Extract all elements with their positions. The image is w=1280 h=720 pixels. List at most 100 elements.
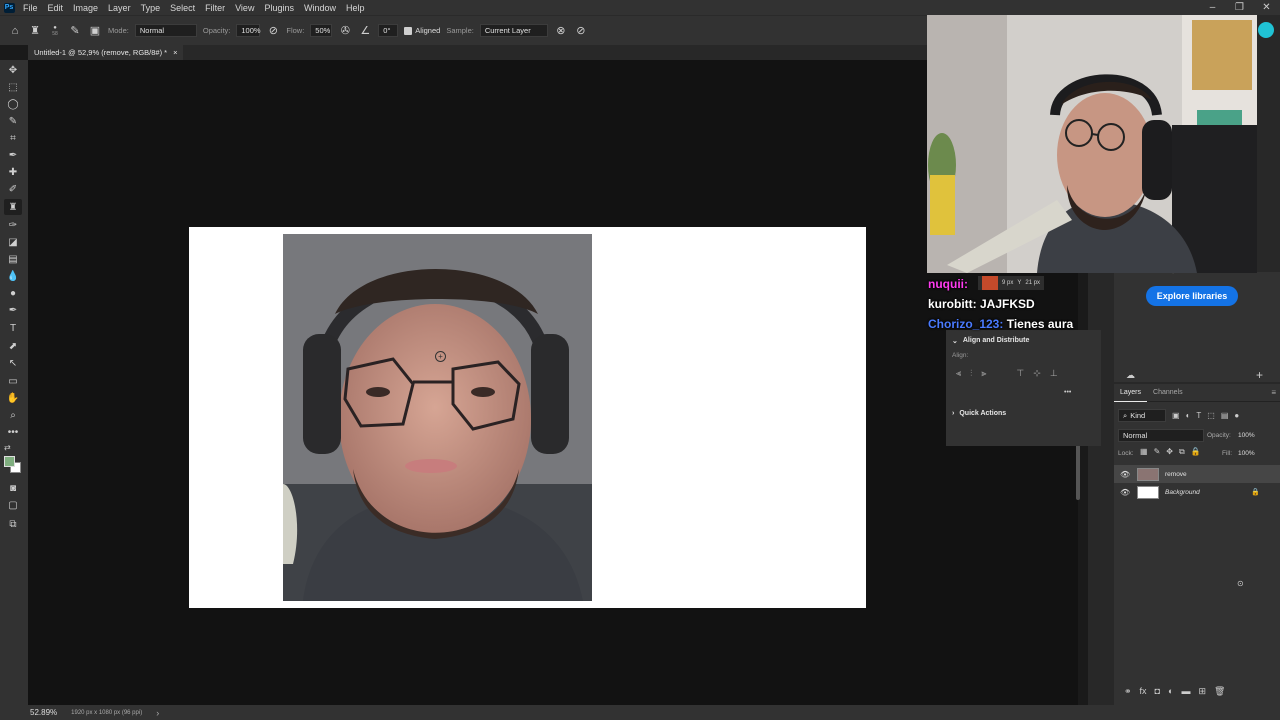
quick-select-tool-icon[interactable]: ✎ bbox=[4, 113, 22, 129]
move-tool-icon[interactable]: ✥ bbox=[4, 62, 22, 78]
hand-tool-icon[interactable]: ✋ bbox=[4, 390, 22, 406]
filter-pixel-icon[interactable]: ▣ bbox=[1172, 411, 1180, 420]
quick-mask-icon[interactable]: ◙ bbox=[4, 480, 22, 496]
home-icon[interactable]: ⌂ bbox=[8, 24, 22, 38]
crop-tool-icon[interactable]: ⌗ bbox=[4, 130, 22, 146]
ignore-adjustment-icon[interactable]: ⊗ bbox=[554, 24, 568, 38]
dodge-tool-icon[interactable]: ● bbox=[4, 285, 22, 301]
brush-tool-icon[interactable]: ✐ bbox=[4, 181, 22, 197]
foreground-color-swatch[interactable] bbox=[4, 456, 15, 467]
menu-plugins[interactable]: Plugins bbox=[259, 3, 299, 13]
layer-opacity-field[interactable]: 100% bbox=[1238, 432, 1255, 439]
lock-transparency-icon[interactable]: ▦ bbox=[1140, 447, 1148, 457]
airbrush-icon[interactable]: ✇ bbox=[338, 24, 352, 38]
layer-lock-icon[interactable]: 🔒 bbox=[1251, 488, 1260, 496]
visibility-eye-icon[interactable]: 👁 bbox=[1120, 488, 1132, 497]
align-top-icon[interactable]: ⊤ bbox=[1016, 368, 1024, 379]
menu-window[interactable]: Window bbox=[299, 3, 341, 13]
clone-source-icon[interactable]: ▣ bbox=[88, 24, 102, 38]
more-tools-icon[interactable]: ••• bbox=[4, 424, 22, 440]
clone-stamp-tool-icon[interactable]: ♜ bbox=[4, 199, 22, 215]
marquee-tool-icon[interactable]: ⬚ bbox=[4, 79, 22, 95]
pen-tool-icon[interactable]: ✒ bbox=[4, 302, 22, 318]
feedback-icon[interactable]: ⊙ bbox=[1237, 579, 1244, 588]
pressure-size-icon[interactable]: ⊘ bbox=[574, 24, 588, 38]
more-options-button[interactable]: ••• bbox=[1064, 389, 1071, 396]
healing-brush-tool-icon[interactable]: ✚ bbox=[4, 164, 22, 180]
sample-select[interactable]: Current Layer bbox=[479, 24, 548, 37]
flow-field[interactable]: 50% bbox=[310, 24, 333, 37]
document-tab-close[interactable]: × bbox=[173, 48, 177, 57]
delete-layer-icon[interactable]: 🗑 bbox=[1214, 686, 1225, 697]
layer-row-background[interactable]: 👁 Background 🔒 bbox=[1114, 483, 1280, 501]
document-tab[interactable]: Untitled-1 @ 52,9% (remove, RGB/8#) * × bbox=[28, 45, 184, 60]
adjustment-layer-icon[interactable]: ◐ bbox=[1168, 686, 1173, 697]
lock-image-icon[interactable]: ✎ bbox=[1154, 447, 1161, 457]
filter-type-icon[interactable]: T bbox=[1196, 411, 1201, 420]
mode-select[interactable]: Normal bbox=[134, 24, 197, 37]
zoom-tool-icon[interactable]: ⌕ bbox=[4, 407, 22, 423]
menu-view[interactable]: View bbox=[230, 3, 259, 13]
history-brush-tool-icon[interactable]: ✑ bbox=[4, 217, 22, 233]
add-library-icon[interactable]: + bbox=[1256, 368, 1263, 382]
filter-adjustment-icon[interactable]: ◐ bbox=[1186, 411, 1191, 420]
path-selection-tool-icon[interactable]: ⬈ bbox=[4, 338, 22, 354]
filter-kind-select[interactable]: ⌕ Kind bbox=[1118, 409, 1166, 422]
lock-position-icon[interactable]: ✥ bbox=[1166, 447, 1173, 457]
add-mask-icon[interactable]: ◘ bbox=[1155, 686, 1160, 697]
swap-colors-icon[interactable]: ⇄ bbox=[4, 443, 11, 452]
menu-select[interactable]: Select bbox=[165, 3, 200, 13]
close-button[interactable]: ✕ bbox=[1253, 0, 1280, 15]
align-center-v-icon[interactable]: ⊹ bbox=[1033, 368, 1041, 379]
menu-image[interactable]: Image bbox=[68, 3, 103, 13]
link-layers-icon[interactable]: ⚭ bbox=[1124, 686, 1132, 697]
angle-field[interactable]: 0° bbox=[378, 24, 399, 37]
align-right-icon[interactable]: ⫸ bbox=[981, 368, 986, 379]
align-bottom-icon[interactable]: ⊥ bbox=[1050, 368, 1058, 379]
align-center-h-icon[interactable]: ⫶ bbox=[970, 368, 972, 379]
fill-field[interactable]: 100% bbox=[1238, 450, 1255, 457]
align-distribute-header[interactable]: ⌄ Align and Distribute bbox=[952, 337, 1029, 345]
rectangle-tool-icon[interactable]: ▭ bbox=[4, 373, 22, 389]
quick-actions-header[interactable]: › Quick Actions bbox=[952, 410, 1006, 417]
aligned-checkbox[interactable]: Aligned bbox=[404, 26, 440, 35]
layer-photo-remove[interactable] bbox=[283, 234, 592, 601]
layer-style-icon[interactable]: fx bbox=[1140, 686, 1147, 697]
tab-layers[interactable]: Layers bbox=[1114, 384, 1148, 402]
blur-tool-icon[interactable]: 💧 bbox=[4, 268, 22, 284]
panel-menu-icon[interactable]: ≡ bbox=[1271, 388, 1276, 397]
opacity-field[interactable]: 100% bbox=[236, 24, 261, 37]
menu-help[interactable]: Help bbox=[341, 3, 370, 13]
menu-edit[interactable]: Edit bbox=[43, 3, 69, 13]
new-layer-icon[interactable]: ⊞ bbox=[1198, 686, 1206, 697]
lock-all-icon[interactable]: 🔒 bbox=[1191, 447, 1201, 457]
brush-preset-icon[interactable]: ● 58 bbox=[48, 24, 62, 38]
status-arrow[interactable]: › bbox=[156, 708, 159, 718]
tab-channels[interactable]: Channels bbox=[1147, 384, 1189, 402]
clone-stamp-tool-icon[interactable]: ♜ bbox=[28, 24, 42, 38]
menu-file[interactable]: File bbox=[18, 3, 43, 13]
pressure-opacity-icon[interactable]: ⊘ bbox=[266, 24, 280, 38]
blend-mode-select[interactable]: Normal bbox=[1118, 429, 1204, 442]
menu-filter[interactable]: Filter bbox=[200, 3, 230, 13]
lasso-tool-icon[interactable]: ◯ bbox=[4, 96, 22, 112]
screen-mode-icon[interactable]: ▢ bbox=[4, 497, 22, 513]
cloud-icon[interactable]: ☁ bbox=[1126, 370, 1135, 381]
align-left-icon[interactable]: ⫷ bbox=[956, 368, 961, 379]
direct-selection-tool-icon[interactable]: ↖ bbox=[4, 355, 22, 371]
brush-settings-icon[interactable]: ✎ bbox=[68, 24, 82, 38]
new-group-icon[interactable]: ▬ bbox=[1181, 686, 1190, 697]
lock-artboard-icon[interactable]: ⧉ bbox=[1179, 447, 1185, 457]
vertical-scrollbar[interactable] bbox=[1076, 440, 1080, 500]
minimize-button[interactable]: – bbox=[1199, 0, 1226, 15]
eyedropper-tool-icon[interactable]: ✒ bbox=[4, 147, 22, 163]
type-tool-icon[interactable]: T bbox=[4, 320, 22, 336]
gradient-tool-icon[interactable]: ▤ bbox=[4, 251, 22, 267]
zoom-level[interactable]: 52.89% bbox=[30, 708, 57, 717]
frame-tool-icon[interactable]: ⧉ bbox=[4, 516, 22, 532]
visibility-eye-icon[interactable]: 👁 bbox=[1120, 470, 1132, 479]
menu-layer[interactable]: Layer bbox=[103, 3, 136, 13]
explore-libraries-button[interactable]: Explore libraries bbox=[1146, 286, 1238, 306]
filter-toggle-icon[interactable]: ● bbox=[1234, 411, 1239, 420]
maximize-button[interactable]: ❐ bbox=[1226, 0, 1253, 15]
